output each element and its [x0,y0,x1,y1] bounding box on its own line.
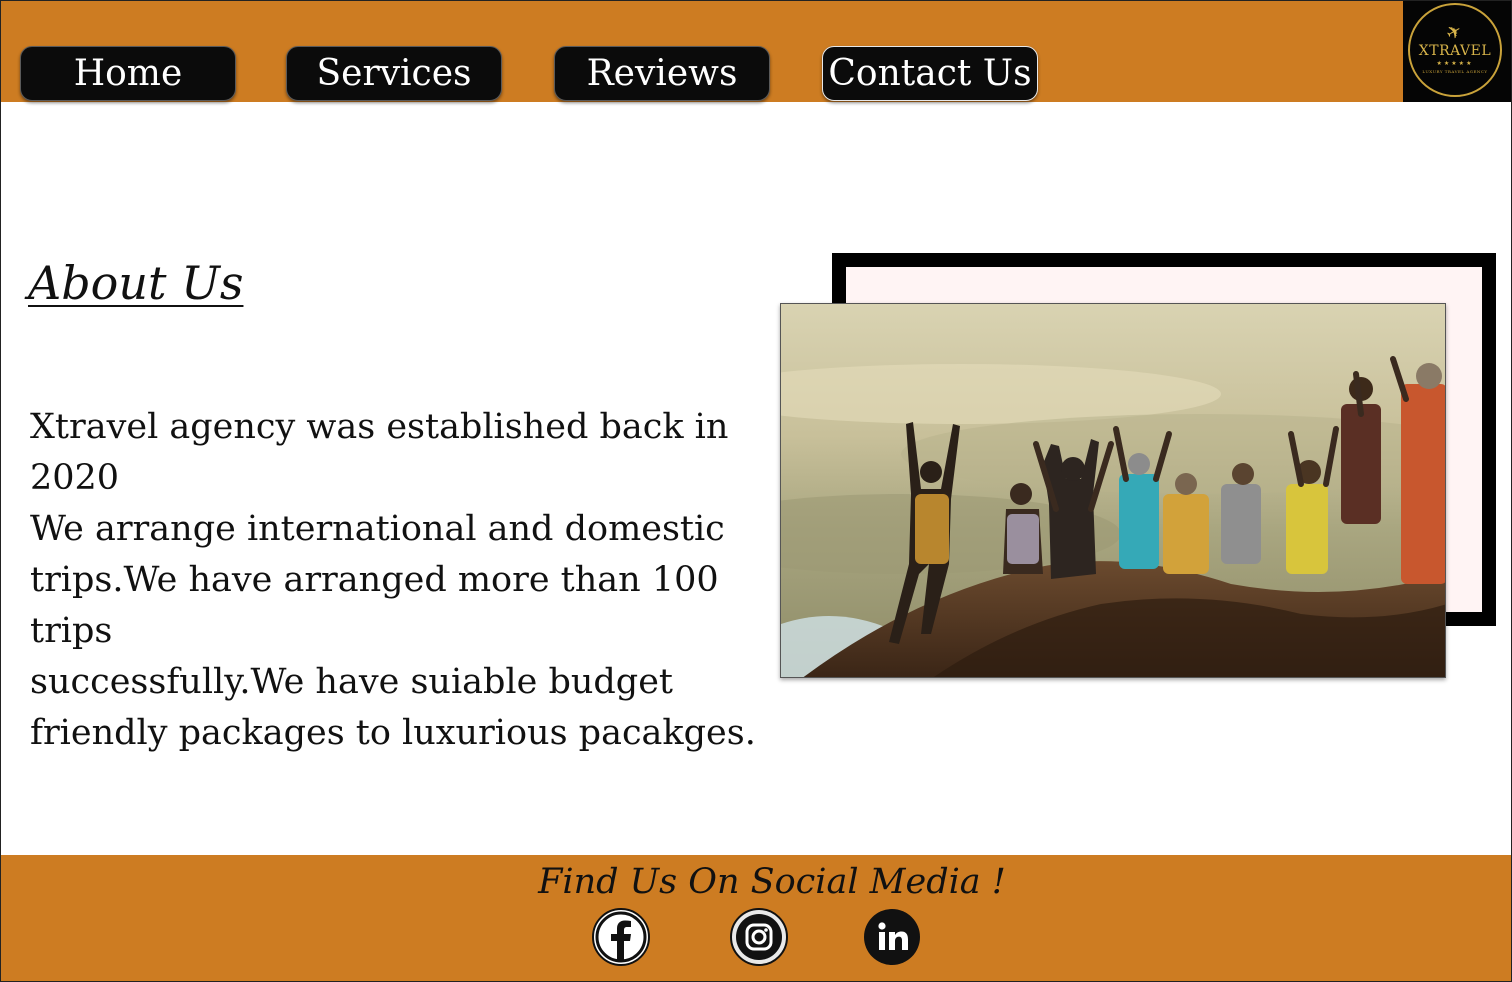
about-line: friendly packages to luxurious pacakges. [30,713,756,753]
about-line: successfully.We have suiable budget [30,662,673,702]
about-title: About Us [28,256,244,310]
nav-home-button[interactable]: Home [20,46,236,101]
logo-stars: ★★★★★ [1436,60,1474,67]
about-line: trips.We have arranged more than 100 tri… [30,560,719,651]
about-line: Xtravel agency was established back in 2… [30,407,729,498]
nav-home-label: Home [73,53,183,94]
group-travel-photo [780,303,1446,678]
logo[interactable]: ✈ XTRAVEL ★★★★★ LUXURY TRAVEL AGENCY [1403,0,1512,102]
about-paragraph: Xtravel agency was established back in 2… [30,402,780,759]
nav-reviews-label: Reviews [586,53,738,94]
nav-services-label: Services [316,53,472,94]
about-line: We arrange international and domestic [30,509,725,549]
nav-services-button[interactable]: Services [286,46,502,101]
nav-contact-button[interactable]: Contact Us [822,46,1038,101]
facebook-icon[interactable] [592,908,650,966]
nav-contact-label: Contact Us [828,53,1032,94]
logo-brand-text: XTRAVEL [1418,43,1492,59]
logo-badge: ✈ XTRAVEL ★★★★★ LUXURY TRAVEL AGENCY [1408,3,1502,97]
logo-tagline: LUXURY TRAVEL AGENCY [1422,69,1488,74]
instagram-icon[interactable] [730,908,788,966]
footer-title: Find Us On Social Media ! [538,862,1006,902]
linkedin-icon[interactable] [863,908,921,966]
nav-reviews-button[interactable]: Reviews [554,46,770,101]
